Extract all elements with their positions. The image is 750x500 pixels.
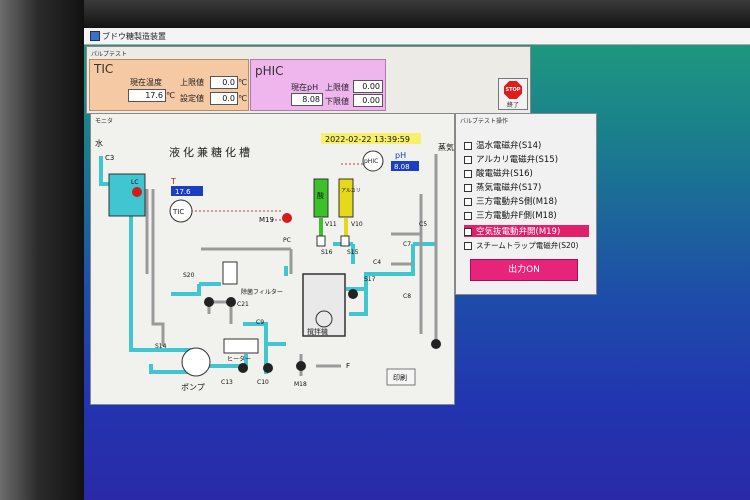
phic-lo-value[interactable]: 0.00 <box>353 94 383 107</box>
phic-panel: pHIC 現在pH 8.08 上限値 0.00 下限値 0.00 <box>250 59 386 111</box>
stop-label: 終了 <box>506 102 519 109</box>
valve-option-m19[interactable]: 空気抜電動弁開(M19) <box>464 225 589 237</box>
app-icon <box>90 31 100 41</box>
agitator-label: 撹拌機 <box>307 327 328 336</box>
checkbox-checked-icon[interactable] <box>464 227 472 236</box>
heater-label: ヒーター <box>227 355 251 363</box>
checkbox-icon[interactable] <box>464 211 472 220</box>
tic-sv-value[interactable]: 0.0 <box>210 92 238 105</box>
pid-panel-label: パルプテスト <box>91 51 128 58</box>
valve-m19-label: M19 <box>259 216 274 224</box>
valve-option-s16[interactable]: 酸電磁弁(S16) <box>464 167 589 179</box>
level-switch-lc <box>132 187 142 197</box>
print-button-label: 印刷 <box>393 374 407 382</box>
valve-test-label: バルブテスト操作 <box>460 118 509 125</box>
phic-hi-value[interactable]: 0.00 <box>353 80 383 93</box>
checkbox-icon[interactable] <box>464 141 472 150</box>
alkali-label: アルカリ <box>341 188 361 194</box>
phic-instrument-label: pHIC <box>364 158 378 165</box>
alkali-tank <box>338 178 354 218</box>
valve-c8-label: C8 <box>403 293 411 300</box>
valve-option-s17[interactable]: 蒸気電磁弁(S17) <box>464 181 589 193</box>
water-label: 水 <box>95 138 103 148</box>
valve-c4-label: C4 <box>373 259 381 266</box>
tic-sv-label: 設定値 <box>180 94 204 103</box>
valve-s14-label: S14 <box>155 343 167 350</box>
window-title: ブドウ糖製造装置 <box>102 32 166 41</box>
process-monitor-panel: モニタ 液化兼糖化槽 2022-02-22 13:39:59 水 C3 LC T… <box>90 113 455 405</box>
stop-button[interactable]: STOP 終了 <box>498 78 528 110</box>
ph-readout-value: 8.08 <box>394 163 410 171</box>
ph-readout-label: pH <box>395 151 406 160</box>
stop-sign-icon: STOP <box>504 81 522 99</box>
tank-title: 液化兼糖化槽 <box>169 145 253 159</box>
f-label: F <box>346 362 350 370</box>
pump-icon <box>181 347 211 377</box>
acid-line <box>319 218 323 236</box>
valve-option-s15[interactable]: アルカリ電磁弁(S15) <box>464 153 589 165</box>
valve-c9-label: C9 <box>256 319 264 326</box>
valve-m19[interactable] <box>282 213 292 223</box>
valve-c3-label: C3 <box>105 154 114 162</box>
valve-s16[interactable] <box>316 235 326 247</box>
valve-v11-label: V11 <box>325 221 337 228</box>
pump-label: ポンプ <box>181 383 205 392</box>
valve-c5-label: C5 <box>419 221 427 228</box>
tic-pv-value: 17.6 <box>128 89 166 102</box>
tic-pv-unit: ℃ <box>166 91 175 100</box>
valve-s15-label: S15 <box>347 249 359 256</box>
datetime: 2022-02-22 13:39:59 <box>325 135 410 144</box>
tic-hi-label: 上限値 <box>180 78 204 87</box>
pc-label: PC <box>283 237 291 244</box>
tic-panel: TIC 現在温度 17.6 ℃ 上限値 0.0 ℃ 設定値 0.0 ℃ <box>89 59 249 111</box>
valve-s16-label: S16 <box>321 249 333 256</box>
valve-s20-label: S20 <box>183 272 195 279</box>
valve-s15[interactable] <box>340 235 350 247</box>
phic-name: pHIC <box>255 64 284 78</box>
filter-label: 除菌フィルター <box>241 288 283 296</box>
lc-label: LC <box>131 179 139 186</box>
tic-pv-label: 現在温度 <box>130 78 162 87</box>
alkali-line <box>344 218 348 236</box>
acid-label: 酸 <box>317 191 324 200</box>
phic-pv-value: 8.08 <box>291 93 323 106</box>
steam-label: 蒸気 <box>438 142 454 152</box>
valve-s17-label: S17 <box>364 276 376 283</box>
checkbox-icon[interactable] <box>464 183 472 192</box>
valve-option-s14[interactable]: 温水電磁弁(S14) <box>464 139 589 151</box>
monitor-bezel-top <box>0 0 750 28</box>
valve-v10-label: V10 <box>351 221 363 228</box>
temp-readout-value: 17.6 <box>175 188 191 196</box>
valve-c10-label: C10 <box>257 379 269 386</box>
phic-lo-label: 下限値 <box>325 97 349 106</box>
valve-option-m18-s[interactable]: 三方電動弁S側(M18) <box>464 195 589 207</box>
heater <box>223 338 259 354</box>
valve-c13-label: C13 <box>221 379 233 386</box>
tic-hi-unit: ℃ <box>238 78 247 87</box>
checkbox-icon[interactable] <box>464 242 472 250</box>
checkbox-icon[interactable] <box>464 197 472 206</box>
pipe-network <box>99 156 436 374</box>
valve-c7-label: C7 <box>403 241 411 248</box>
valve-m18-label: M18 <box>294 381 307 388</box>
tic-hi-value[interactable]: 0.0 <box>210 76 238 89</box>
phic-hi-label: 上限値 <box>325 83 349 92</box>
window-titlebar[interactable]: ブドウ糖製造装置 <box>84 28 750 45</box>
valve-c21-label: C21 <box>237 301 249 308</box>
tic-name: TIC <box>94 62 114 76</box>
output-on-button[interactable]: 出力ON <box>470 259 578 281</box>
monitor-bezel-left <box>0 0 84 500</box>
checkbox-icon[interactable] <box>464 155 472 164</box>
tic-sv-unit: ℃ <box>238 94 247 103</box>
phic-pv-label: 現在pH <box>291 83 319 92</box>
checkbox-icon[interactable] <box>464 169 472 178</box>
sterile-filter <box>222 261 238 285</box>
tic-instrument-label: TIC <box>172 208 184 216</box>
temp-readout-label: T <box>170 177 176 186</box>
valve-option-m18-f[interactable]: 三方電動弁F側(M18) <box>464 209 589 221</box>
valve-option-s20[interactable]: スチームトラップ電磁弁(S20) <box>464 240 589 252</box>
